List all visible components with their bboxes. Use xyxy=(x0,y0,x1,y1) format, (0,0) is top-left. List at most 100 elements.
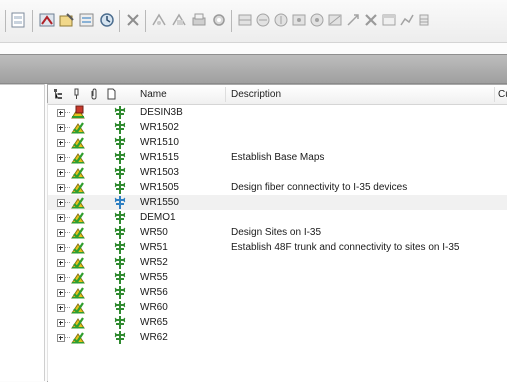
table-row[interactable]: DEMO1 xyxy=(48,210,507,225)
layer-4-icon[interactable] xyxy=(290,11,308,29)
network-node-icon xyxy=(114,316,126,329)
column-divider[interactable] xyxy=(225,87,226,102)
job-status-icon xyxy=(70,225,86,239)
refresh-icon[interactable] xyxy=(98,11,116,29)
table-row[interactable]: WR65 xyxy=(48,315,507,330)
find-icon[interactable] xyxy=(38,11,56,29)
expand-icon[interactable] xyxy=(57,184,65,192)
job-status-icon xyxy=(70,120,86,134)
edit-icon[interactable] xyxy=(58,11,76,29)
document-icon[interactable] xyxy=(9,11,27,29)
layer-3-icon[interactable] xyxy=(272,11,290,29)
job-description: Design fiber connectivity to I-35 device… xyxy=(231,182,408,193)
structure-icon[interactable] xyxy=(53,88,64,100)
table-row[interactable]: WR52 xyxy=(48,255,507,270)
expand-icon[interactable] xyxy=(57,274,65,282)
job-list[interactable]: Name Description Cu DESIN3B WR1502 WR1510 W… xyxy=(47,84,507,382)
network-node-icon xyxy=(114,166,126,179)
job-name: DEMO1 xyxy=(140,212,176,223)
expand-icon[interactable] xyxy=(57,229,65,237)
layer-2-icon[interactable] xyxy=(254,11,272,29)
window-icon[interactable] xyxy=(380,11,398,29)
job-name: WR1503 xyxy=(140,167,179,178)
network-node-icon xyxy=(114,121,126,134)
table-row[interactable]: WR1505 Design fiber connectivity to I-35 … xyxy=(48,180,507,195)
table-row[interactable]: WR1503 xyxy=(48,165,507,180)
job-name: WR51 xyxy=(140,242,168,253)
network-node-icon xyxy=(114,106,126,119)
expand-icon[interactable] xyxy=(57,334,65,342)
job-status-icon xyxy=(70,285,86,299)
name-column-header[interactable]: Name xyxy=(140,89,167,100)
job-status-icon xyxy=(70,210,86,224)
toolbar-separator xyxy=(231,10,232,32)
layer-7-icon[interactable] xyxy=(344,11,362,29)
table-row[interactable]: WR60 xyxy=(48,300,507,315)
table-row[interactable]: WR1550 xyxy=(48,195,507,210)
job-name: WR1515 xyxy=(140,152,179,163)
expand-icon[interactable] xyxy=(57,169,65,177)
job-name: WR60 xyxy=(140,302,168,313)
toolbar-separator xyxy=(32,10,33,32)
properties-icon[interactable] xyxy=(78,11,96,29)
expand-icon[interactable] xyxy=(57,154,65,162)
job-name: WR50 xyxy=(140,227,168,238)
network-node-icon xyxy=(114,181,126,194)
copy-icon[interactable] xyxy=(170,11,188,29)
expand-icon[interactable] xyxy=(57,289,65,297)
expand-icon[interactable] xyxy=(57,319,65,327)
column-divider[interactable] xyxy=(494,87,495,102)
table-row[interactable]: WR1515 Establish Base Maps xyxy=(48,150,507,165)
network-node-icon xyxy=(114,151,126,164)
table-body: DESIN3B WR1502 WR1510 WR1515 Establish Base … xyxy=(48,105,507,345)
job-name: WR65 xyxy=(140,317,168,328)
expand-icon[interactable] xyxy=(57,124,65,132)
job-name: WR1505 xyxy=(140,182,179,193)
network-node-icon xyxy=(114,211,126,224)
network-node-icon xyxy=(114,196,126,209)
expand-icon[interactable] xyxy=(57,139,65,147)
left-pane xyxy=(0,84,45,381)
table-row[interactable]: WR51 Establish 48F trunk and connectivity… xyxy=(48,240,507,255)
table-row[interactable]: WR1502 xyxy=(48,120,507,135)
table-row[interactable]: WR55 xyxy=(48,270,507,285)
job-name: WR55 xyxy=(140,272,168,283)
job-name: WR56 xyxy=(140,287,168,298)
layer-6-icon[interactable] xyxy=(326,11,344,29)
expand-icon[interactable] xyxy=(57,214,65,222)
network-node-icon xyxy=(114,136,126,149)
job-status-icon xyxy=(70,315,86,329)
table-row[interactable]: WR1510 xyxy=(48,135,507,150)
chart-icon[interactable] xyxy=(398,11,416,29)
cut-off-column-header[interactable]: Cu xyxy=(498,89,507,100)
layer-1-icon[interactable] xyxy=(236,11,254,29)
table-row[interactable]: WR62 xyxy=(48,330,507,345)
cut-icon[interactable] xyxy=(150,11,168,29)
expand-icon[interactable] xyxy=(57,199,65,207)
delete-icon[interactable] xyxy=(124,11,142,29)
table-row[interactable]: WR50 Design Sites on I-35 xyxy=(48,225,507,240)
layer-5-icon[interactable] xyxy=(308,11,326,29)
job-status-icon xyxy=(70,135,86,149)
expand-icon[interactable] xyxy=(57,109,65,117)
settings-icon[interactable] xyxy=(210,11,228,29)
toolbar-separator xyxy=(5,10,6,32)
panel-title-bar xyxy=(0,54,507,84)
job-status-icon xyxy=(70,180,86,194)
job-description: Establish 48F trunk and connectivity to … xyxy=(231,242,460,253)
document-icon[interactable] xyxy=(106,88,117,100)
expand-icon[interactable] xyxy=(57,304,65,312)
expand-icon[interactable] xyxy=(57,259,65,267)
description-column-header[interactable]: Description xyxy=(231,89,281,100)
job-description: Design Sites on I-35 xyxy=(231,227,322,238)
job-name: WR1510 xyxy=(140,137,179,148)
print-icon[interactable] xyxy=(190,11,208,29)
table-row[interactable]: DESIN3B xyxy=(48,105,507,120)
table-icon[interactable] xyxy=(416,11,434,29)
attachment-icon[interactable] xyxy=(89,88,100,100)
network-node-icon xyxy=(114,256,126,269)
expand-icon[interactable] xyxy=(57,244,65,252)
pin-icon[interactable] xyxy=(71,88,82,100)
table-row[interactable]: WR56 xyxy=(48,285,507,300)
close-x-icon[interactable] xyxy=(362,11,380,29)
